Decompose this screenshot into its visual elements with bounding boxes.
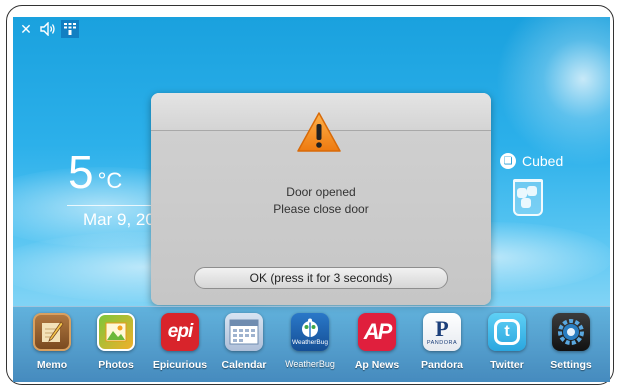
app-label: Photos <box>98 359 134 371</box>
ice-mode-icon: ❏ <box>500 153 516 169</box>
dialog-message-line1: Door opened <box>286 185 356 199</box>
app-calendar[interactable]: Calendar <box>214 307 274 371</box>
app-ap-news[interactable]: AP Ap News <box>347 307 407 371</box>
app-label: Epicurious <box>152 359 208 371</box>
keypad-icon[interactable] <box>61 20 79 38</box>
app-label: Pandora <box>420 359 463 371</box>
calendar-icon <box>225 313 263 351</box>
temperature-display[interactable]: 5 °C <box>68 149 122 195</box>
weather-date: Mar 9, 20 <box>83 210 155 229</box>
temperature-unit: °C <box>97 168 123 193</box>
memo-icon <box>33 313 71 351</box>
speaker-icon[interactable] <box>39 20 57 38</box>
app-settings[interactable]: Settings <box>541 307 601 371</box>
app-dock: Memo Photos epi Epicurious Calendar Weat… <box>13 306 610 382</box>
app-pandora[interactable]: P PANDORA Pandora <box>412 307 472 371</box>
ice-cup-icon <box>513 179 543 216</box>
pandora-icon: P PANDORA <box>423 313 461 351</box>
pandora-logo-text: PANDORA <box>426 340 458 346</box>
door-alert-dialog: Door opened Please close door OK (press … <box>151 93 491 305</box>
dialog-message-line2: Please close door <box>273 202 369 216</box>
app-label: Memo <box>36 359 68 371</box>
settings-icon <box>552 313 590 351</box>
app-label: Ap News <box>354 359 400 371</box>
ap-news-icon: AP <box>358 313 396 351</box>
epicurious-logo: epi <box>167 321 193 342</box>
app-label: Twitter <box>490 359 524 371</box>
photos-icon <box>97 313 135 351</box>
app-weatherbug[interactable]: WeatherBug WeatherBug <box>280 307 340 369</box>
app-label: Settings <box>550 359 592 371</box>
weatherbug-logo: WeatherBug <box>291 339 328 346</box>
ap-logo: AP <box>363 319 393 344</box>
app-twitter[interactable]: t Twitter <box>477 307 537 371</box>
ice-maker-widget[interactable]: ❏ Cubed <box>500 153 563 216</box>
app-label: Calendar <box>221 359 267 371</box>
weatherbug-icon: WeatherBug <box>291 313 329 351</box>
dialog-message: Door opened Please close door <box>151 184 491 218</box>
app-label: WeatherBug <box>285 359 335 369</box>
temperature-value: 5 <box>68 146 94 198</box>
close-icon[interactable]: ✕ <box>17 20 35 38</box>
app-memo[interactable]: Memo <box>22 307 82 371</box>
ok-button[interactable]: OK (press it for 3 seconds) <box>194 267 448 289</box>
epicurious-icon: epi <box>161 313 199 351</box>
twitter-icon: t <box>488 313 526 351</box>
ice-mode-text: Cubed <box>522 153 564 169</box>
pandora-logo-letter: P <box>435 316 449 341</box>
sun-glow <box>483 17 610 167</box>
ice-mode-label: ❏ Cubed <box>500 153 563 169</box>
twitter-logo: t <box>494 319 520 345</box>
app-epicurious[interactable]: epi Epicurious <box>150 307 210 371</box>
warning-icon <box>297 112 341 152</box>
app-photos[interactable]: Photos <box>86 307 146 371</box>
fridge-screen: ✕ 5 °C Mar 9, 20 ❏ Cubed Door opened Ple… <box>13 17 610 382</box>
status-bar: ✕ <box>17 20 79 38</box>
